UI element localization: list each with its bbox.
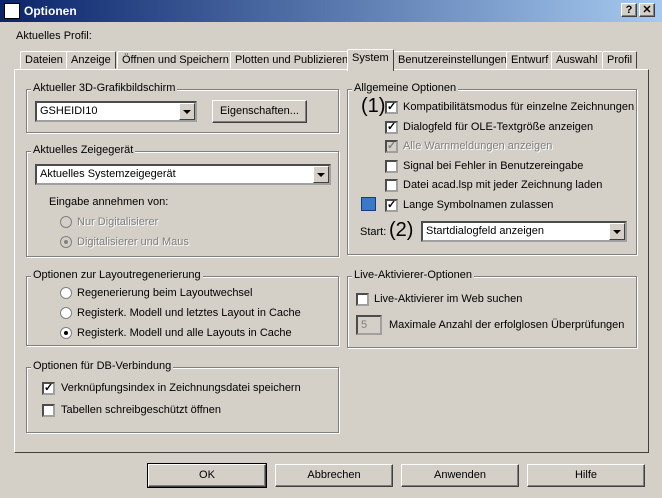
chevron-down-icon[interactable]: [179, 103, 195, 120]
acad-lsp-label[interactable]: Datei acad.lsp mit jeder Zeichnung laden: [403, 179, 602, 191]
title-bar: [0, 0, 662, 22]
ole-textgroesse-checkbox[interactable]: ✓: [385, 121, 398, 134]
warnmeldungen-label: Alle Warnmeldungen anzeigen: [403, 140, 553, 152]
signal-fehler-label[interactable]: Signal bei Fehler in Benutzereingabe: [403, 160, 583, 172]
eigenschaften-button[interactable]: Eigenschaften...: [212, 100, 307, 123]
warnmeldungen-checkbox: ✓: [385, 140, 398, 153]
live-group: [347, 276, 637, 348]
acad-lsp-checkbox[interactable]: [385, 179, 398, 192]
digitalisierer-maus-radio: [60, 236, 72, 248]
start-label: Start:: [360, 226, 387, 238]
tab-system[interactable]: System: [347, 49, 394, 71]
lange-symbolnamen-label[interactable]: Lange Symbolnamen zulassen: [403, 199, 553, 211]
annotation-2: (2): [389, 219, 414, 241]
app-icon: [4, 3, 20, 19]
max-anzahl-label: Maximale Anzahl der erfolglosen Überprüf…: [389, 319, 625, 331]
zeige-select-value: Aktuelles Systemzeigegerät: [40, 168, 176, 180]
window-title: Optionen: [24, 4, 77, 18]
zeige-select[interactable]: Aktuelles Systemzeigegerät: [35, 164, 331, 185]
kompatibilitaet-label[interactable]: Kompatibilitätsmodus für einzelne Zeichn…: [403, 101, 634, 113]
close-button[interactable]: ✕: [639, 3, 655, 17]
chevron-down-icon[interactable]: [313, 166, 329, 183]
tabellen-schreibgeschuetzt-label[interactable]: Tabellen schreibgeschützt öffnen: [61, 404, 221, 416]
nur-digitalisierer-label: Nur Digitalisierer: [77, 216, 159, 228]
profile-label: Aktuelles Profil:: [16, 30, 92, 42]
lange-symbolnamen-checkbox[interactable]: ✓: [385, 199, 398, 212]
digitalisierer-maus-label: Digitalisierer und Maus: [77, 236, 189, 248]
cancel-button[interactable]: Abbrechen: [275, 464, 393, 487]
grafik-select[interactable]: GSHEIDI10: [35, 101, 197, 122]
db-legend: Optionen für DB-Verbindung: [31, 360, 174, 372]
tabellen-schreibgeschuetzt-checkbox[interactable]: [42, 404, 55, 417]
cache-letztes-layout-radio[interactable]: [60, 307, 72, 319]
tab-entwurf[interactable]: Entwurf: [506, 51, 554, 69]
chevron-down-icon[interactable]: [609, 223, 625, 240]
verknuepfungsindex-label[interactable]: Verknüpfungsindex in Zeichnungsdatei spe…: [61, 382, 301, 394]
live-aktivierer-checkbox[interactable]: [356, 293, 369, 306]
allgemein-legend: Allgemeine Optionen: [352, 82, 459, 94]
max-anzahl-input: 5: [356, 315, 382, 335]
help-title-button[interactable]: ?: [621, 3, 637, 17]
tab-auswahl[interactable]: Auswahl: [551, 51, 603, 69]
tab-oeffnen-speichern[interactable]: Öffnen und Speichern: [117, 51, 234, 69]
symbol-info-icon: [361, 197, 376, 211]
help-button[interactable]: Hilfe: [527, 464, 645, 487]
signal-fehler-checkbox[interactable]: [385, 160, 398, 173]
verknuepfungsindex-checkbox[interactable]: ✓: [42, 382, 55, 395]
layout-legend: Optionen zur Layoutregenerierung: [31, 269, 203, 281]
kompatibilitaet-checkbox[interactable]: ✓: [385, 101, 398, 114]
apply-button[interactable]: Anwenden: [401, 464, 519, 487]
grafik-legend: Aktueller 3D-Grafikbildschirm: [31, 82, 178, 94]
tab-plotten-publizieren[interactable]: Plotten und Publizieren: [230, 51, 354, 69]
start-select-value: Startdialogfeld anzeigen: [426, 225, 545, 237]
regen-layoutwechsel-label[interactable]: Regenerierung beim Layoutwechsel: [77, 287, 253, 299]
cache-alle-layouts-label[interactable]: Registerk. Modell und alle Layouts in Ca…: [77, 327, 292, 339]
cache-letztes-layout-label[interactable]: Registerk. Modell und letztes Layout in …: [77, 307, 301, 319]
regen-layoutwechsel-radio[interactable]: [60, 287, 72, 299]
tab-dateien[interactable]: Dateien: [20, 51, 68, 69]
zeige-legend: Aktuelles Zeigegerät: [31, 144, 136, 156]
grafik-select-value: GSHEIDI10: [40, 105, 98, 117]
tab-benutzereinstellungen[interactable]: Benutzereinstellungen: [393, 51, 512, 69]
start-select[interactable]: Startdialogfeld anzeigen: [421, 221, 627, 242]
annotation-1: (1): [361, 95, 386, 117]
cache-alle-layouts-radio[interactable]: [60, 327, 72, 339]
ole-textgroesse-label[interactable]: Dialogfeld für OLE-Textgröße anzeigen: [403, 121, 593, 133]
tab-profil[interactable]: Profil: [602, 51, 638, 69]
live-legend: Live-Aktivierer-Optionen: [352, 269, 474, 281]
ok-button[interactable]: OK: [147, 463, 267, 488]
eingabe-label: Eingabe annehmen von:: [49, 196, 169, 208]
nur-digitalisierer-radio: [60, 216, 72, 228]
db-group: [26, 367, 339, 433]
tab-anzeige[interactable]: Anzeige: [66, 51, 116, 69]
live-aktivierer-label[interactable]: Live-Aktivierer im Web suchen: [374, 293, 522, 305]
